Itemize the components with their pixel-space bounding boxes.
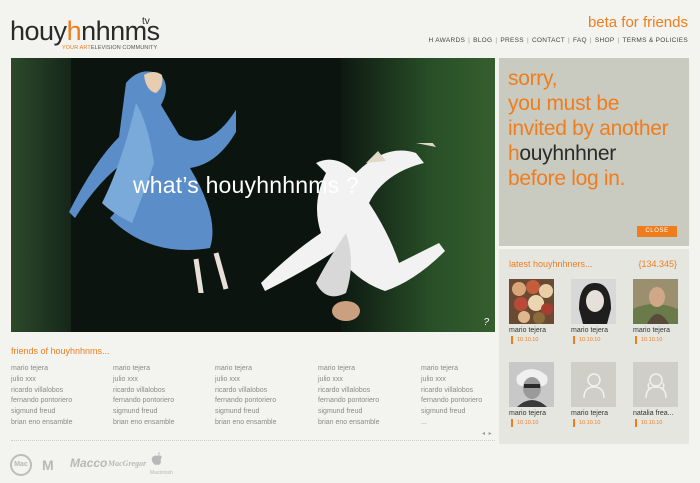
member-card[interactable]: mario tejera 10.10.10 <box>509 362 559 427</box>
hero-video[interactable]: what’s houyhnhnms ? ? <box>11 58 495 332</box>
sponsor-logo[interactable]: M <box>42 457 54 473</box>
friend-link[interactable]: sigmund freud <box>318 407 380 418</box>
friend-link[interactable]: julio xxx <box>215 375 277 386</box>
member-avatar[interactable] <box>633 362 678 407</box>
friend-link[interactable]: sigmund freud <box>215 407 277 418</box>
friends-column: mario tejera julio xxx ricardo villalobo… <box>113 364 175 429</box>
latest-members-panel: latest houyhnhners... {134.345} mario te… <box>499 249 689 444</box>
friends-title: friends of houyhnhnms... <box>11 346 110 356</box>
friend-link[interactable]: julio xxx <box>113 375 175 386</box>
portrait-photo-icon <box>633 279 678 324</box>
friend-link[interactable]: fernando pontoriero <box>421 396 482 407</box>
hero-help-icon[interactable]: ? <box>483 317 489 328</box>
latest-members-title: latest houyhnhners... <box>509 259 593 269</box>
friend-link[interactable]: mario tejera <box>11 364 73 375</box>
sponsor-logo[interactable]: Macintosh <box>150 452 173 476</box>
friend-link[interactable]: sigmund freud <box>113 407 175 418</box>
friend-link[interactable]: ricardo villalobos <box>215 386 277 397</box>
top-navigation: H AWARDS | BLOG | PRESS | CONTACT | FAQ | SHOP | TER… <box>428 37 688 44</box>
hero-foliage-left <box>11 58 71 332</box>
friend-link[interactable]: sigmund freud <box>11 407 73 418</box>
member-name[interactable]: mario tejera <box>509 410 559 417</box>
default-avatar-icon <box>582 372 605 398</box>
logo-wordmark: houyhnhnms <box>10 16 160 46</box>
nav-link-faq[interactable]: FAQ <box>573 37 587 44</box>
member-card[interactable]: mario tejera 10.10.10 <box>571 279 621 344</box>
friends-column: mario tejera julio xxx ricardo villalobo… <box>215 364 277 429</box>
member-date: 10.10.10 <box>509 419 559 427</box>
friends-column: mario tejera julio xxx ricardo villalobo… <box>421 364 482 429</box>
friend-link[interactable]: brian eno ensamble <box>215 418 277 429</box>
login-notice-panel: sorry, you must be invited by another ho… <box>499 58 689 246</box>
friend-link[interactable]: fernando pontoriero <box>215 396 277 407</box>
friend-link[interactable]: mario tejera <box>318 364 380 375</box>
member-card[interactable]: mario tejera 10.10.10 <box>571 362 621 427</box>
nav-link-blog[interactable]: BLOG <box>473 37 492 44</box>
member-avatar[interactable] <box>571 362 616 407</box>
portrait-photo-icon <box>571 279 616 324</box>
member-avatar[interactable] <box>509 362 554 407</box>
logo-tv-mark: tv <box>142 16 150 27</box>
friends-column: mario tejera julio xxx ricardo villalobo… <box>11 364 73 429</box>
nav-link-contact[interactable]: CONTACT <box>532 37 565 44</box>
friend-link[interactable]: mario tejera <box>421 364 482 375</box>
friend-link[interactable]: mario tejera <box>215 364 277 375</box>
member-avatar[interactable] <box>571 279 616 324</box>
portrait-photo-icon <box>509 362 554 407</box>
friend-link[interactable]: ricardo villalobos <box>11 386 73 397</box>
nav-link-terms[interactable]: TERMS & POLICIES <box>623 37 688 44</box>
friend-link[interactable]: julio xxx <box>318 375 380 386</box>
friend-link[interactable]: ... <box>421 418 482 429</box>
friend-link[interactable]: brian eno ensamble <box>113 418 175 429</box>
beta-label: beta for friends <box>587 14 688 31</box>
member-card[interactable]: mario tejera 10.10.10 <box>633 279 683 344</box>
friends-pager-arrows[interactable]: ◂ ▸ <box>482 430 493 437</box>
nav-link-h-awards[interactable]: H AWARDS <box>429 37 466 44</box>
sponsor-logo[interactable]: Mac <box>10 454 32 476</box>
friend-link[interactable]: brian eno ensamble <box>11 418 73 429</box>
site-logo[interactable]: houyhnhnms tv YOUR ARTELEVISION COMMUNIT… <box>10 16 160 51</box>
friend-link[interactable]: fernando pontoriero <box>11 396 73 407</box>
member-avatar[interactable] <box>509 279 554 324</box>
member-date: 10.10.10 <box>509 336 559 344</box>
flowers-photo-icon <box>512 280 553 324</box>
friend-link[interactable]: ricardo villalobos <box>113 386 175 397</box>
hero-figure-white-suit <box>261 143 445 321</box>
member-date: 10.10.10 <box>633 419 683 427</box>
member-card[interactable]: natalia frea... 10.10.10 <box>633 362 683 427</box>
footer-divider <box>11 440 495 441</box>
sponsor-logo[interactable]: Macco <box>70 456 107 470</box>
apple-icon <box>151 452 162 465</box>
logo-tagline: YOUR ARTELEVISION COMMUNITY <box>62 45 158 51</box>
sponsor-logo[interactable]: MacGregor <box>108 459 146 468</box>
hero-title[interactable]: what’s houyhnhnms ? <box>133 172 359 199</box>
friend-link[interactable]: julio xxx <box>421 375 482 386</box>
friend-link[interactable]: mario tejera <box>113 364 175 375</box>
nav-link-press[interactable]: PRESS <box>500 37 524 44</box>
login-notice-text: sorry, you must be invited by another ho… <box>508 67 669 190</box>
member-name[interactable]: mario tejera <box>633 327 683 334</box>
member-date: 10.10.10 <box>571 419 621 427</box>
member-name[interactable]: mario tejera <box>571 327 621 334</box>
friend-link[interactable]: fernando pontoriero <box>318 396 380 407</box>
close-button[interactable]: CLOSE <box>637 226 677 237</box>
friend-link[interactable]: julio xxx <box>11 375 73 386</box>
member-name[interactable]: natalia frea... <box>633 410 683 417</box>
nav-link-shop[interactable]: SHOP <box>595 37 615 44</box>
member-card[interactable]: mario tejera 10.10.10 <box>509 279 559 344</box>
member-date: 10.10.10 <box>633 336 683 344</box>
member-name[interactable]: mario tejera <box>509 327 559 334</box>
member-avatar[interactable] <box>633 279 678 324</box>
friend-link[interactable]: fernando pontoriero <box>113 396 175 407</box>
friends-column: mario tejera julio xxx ricardo villalobo… <box>318 364 380 429</box>
friend-link[interactable]: brian eno ensamble <box>318 418 380 429</box>
friend-link[interactable]: ricardo villalobos <box>421 386 482 397</box>
member-count: {134.345} <box>638 259 677 269</box>
default-avatar-female-icon <box>644 372 667 398</box>
member-name[interactable]: mario tejera <box>571 410 621 417</box>
friend-link[interactable]: ricardo villalobos <box>318 386 380 397</box>
member-date: 10.10.10 <box>571 336 621 344</box>
friend-link[interactable]: sigmund freud <box>421 407 482 418</box>
